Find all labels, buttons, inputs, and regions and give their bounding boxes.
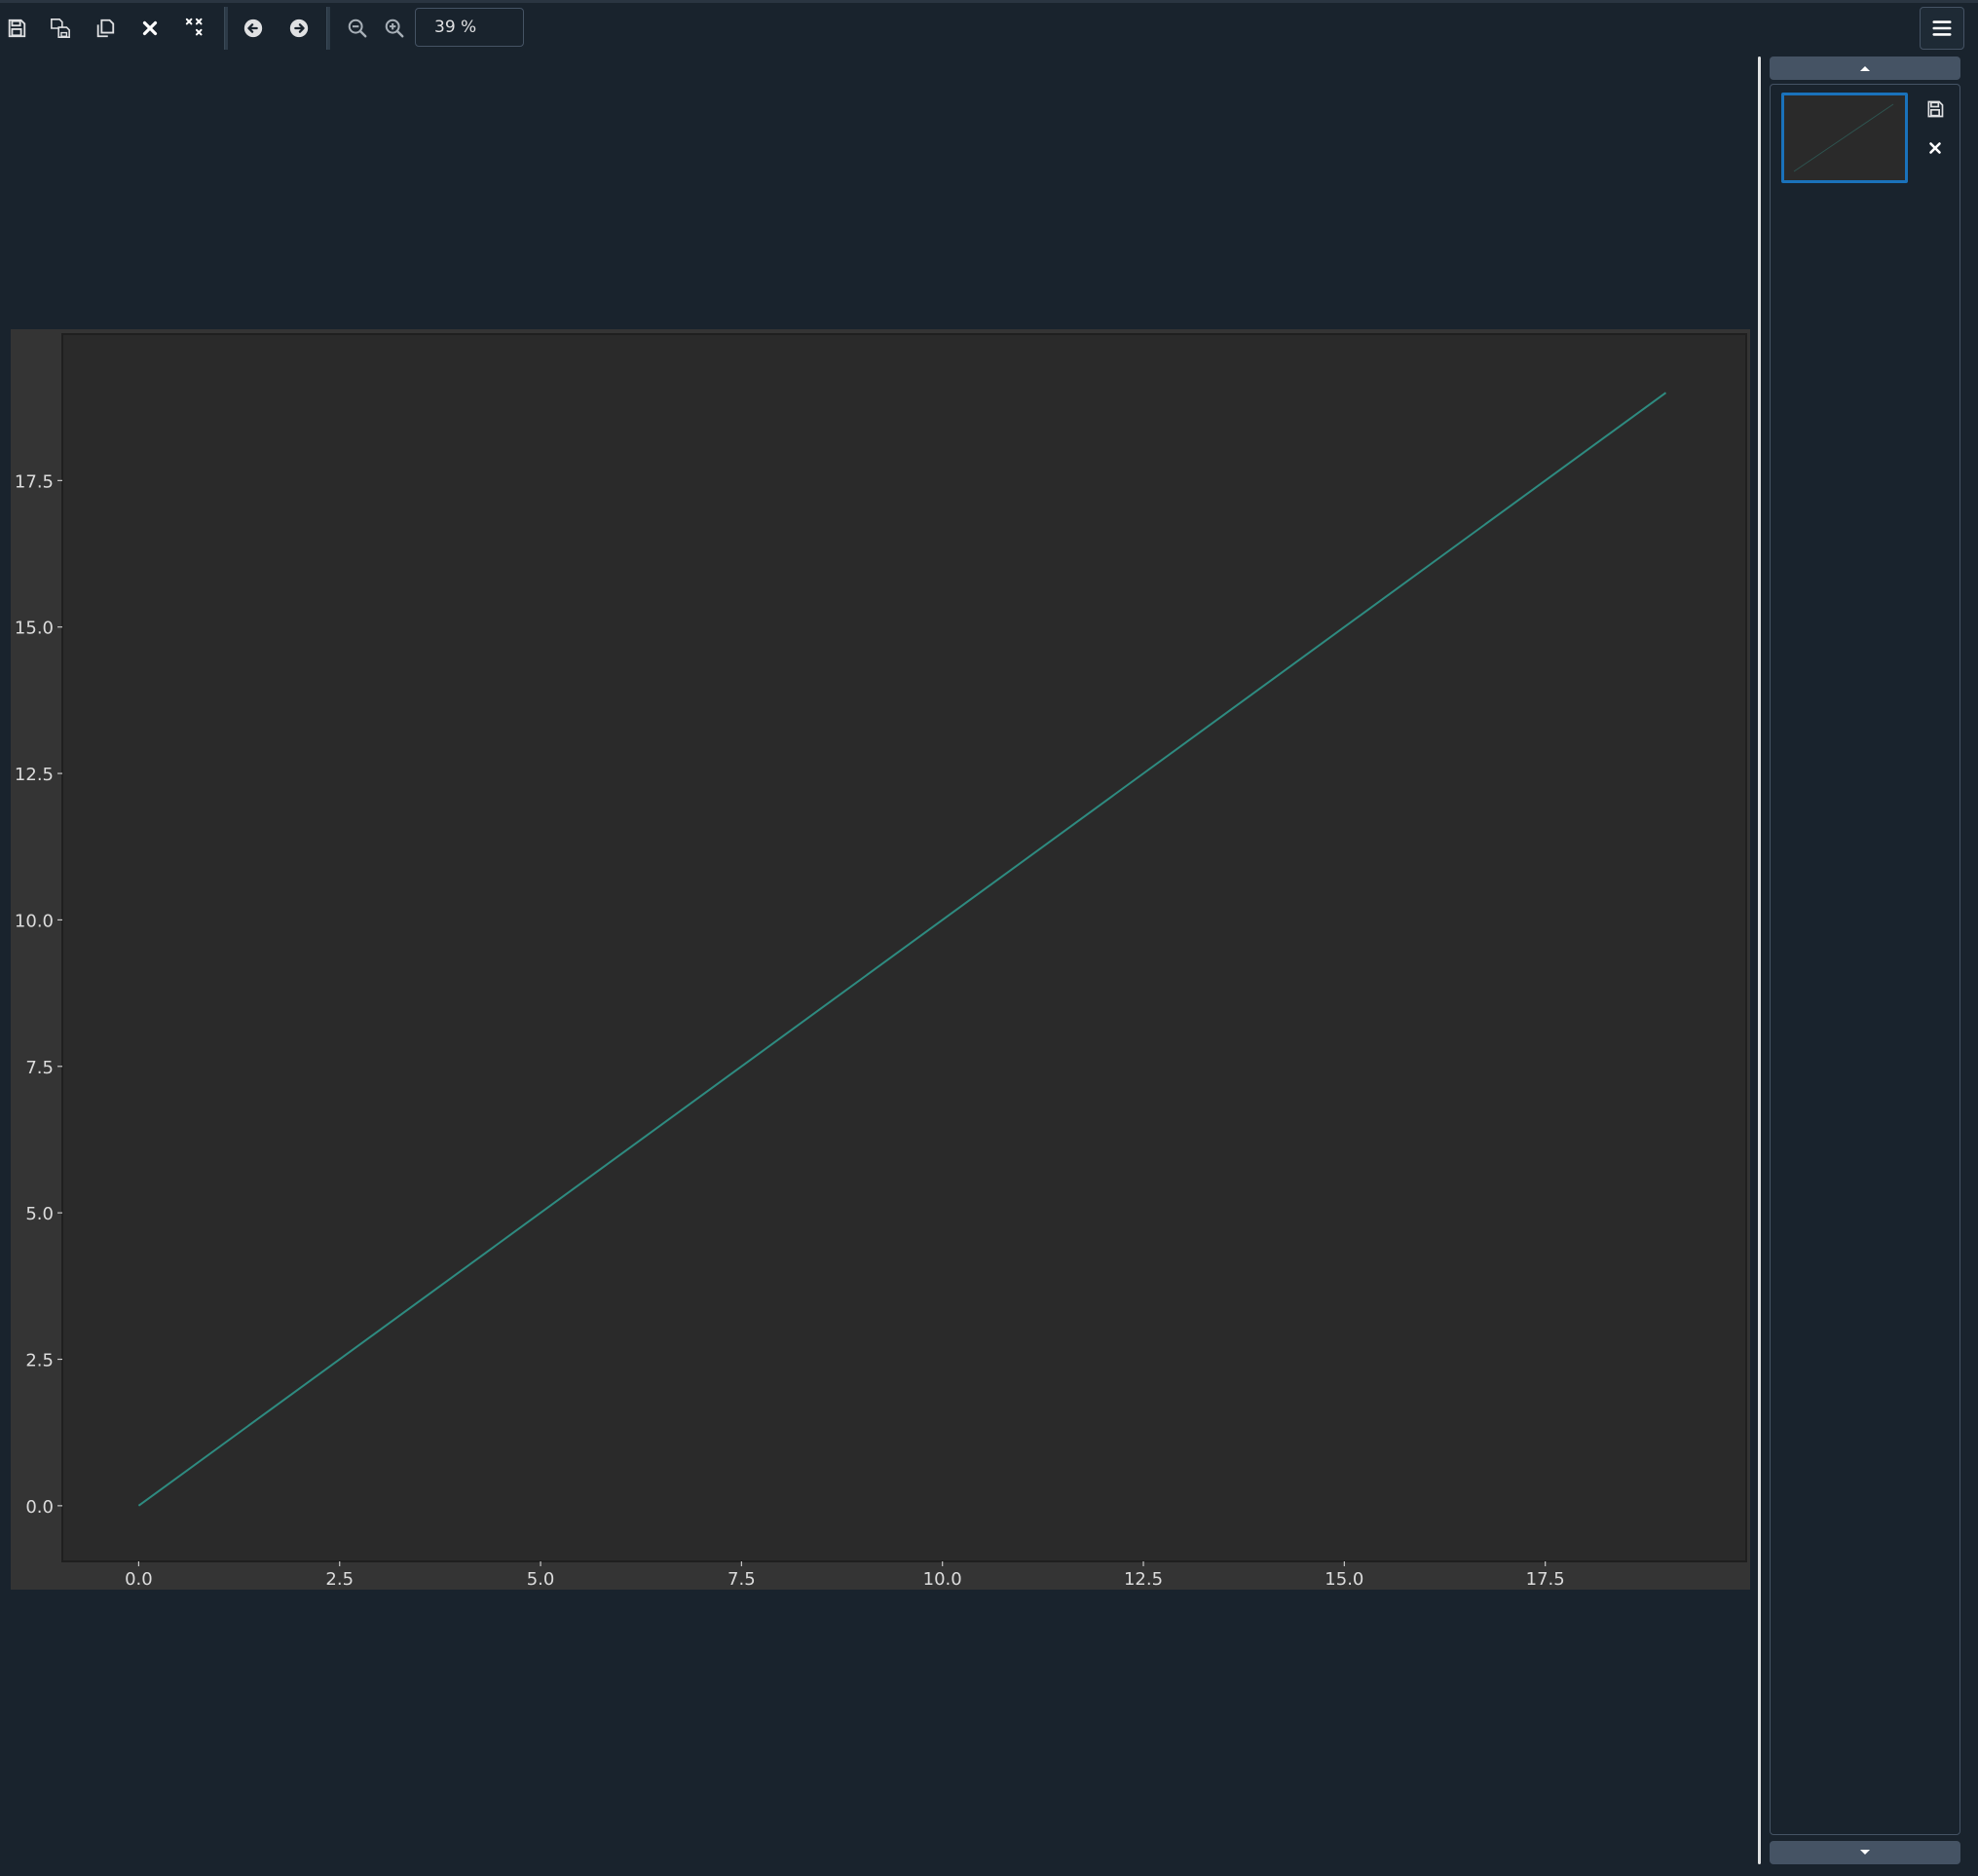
thumbnail-save-button[interactable] [1922,96,1948,122]
line-chart: 0.0 2.5 5.0 7.5 10.0 12.5 15.0 17.5 0.0 2.5 5.0 7.5… [15,333,1747,1590]
y-tick-label: 17.5 [15,471,54,492]
zoom-level-field[interactable]: 39 % [415,8,524,47]
caret-up-icon [1860,66,1870,71]
x-tick-label: 5.0 [527,1569,555,1590]
thumbnail-remove-button[interactable] [1922,135,1948,161]
next-plot-button[interactable] [282,12,316,45]
plots-toolbar: 39 % [0,3,1978,52]
thumbnails-scroll-down-button[interactable] [1770,1841,1960,1864]
y-tick-label: 15.0 [15,619,54,639]
x-tick-label: 2.5 [325,1569,354,1590]
arrow-left-icon [243,19,263,38]
plot-figure: 0.0 2.5 5.0 7.5 10.0 12.5 15.0 17.5 0.0 2.5 5.0 7.5… [11,329,1750,1590]
save-all-icon [51,19,70,38]
y-tick-label: 0.0 [25,1497,54,1518]
caret-down-icon [1860,1850,1870,1855]
save-plot-button[interactable] [0,12,33,45]
toolbar-separator [224,7,228,50]
thumbnails-list [1770,84,1960,1835]
y-tick-label: 2.5 [25,1351,54,1371]
save-icon [1927,100,1944,118]
copy-icon [96,19,115,38]
zoom-out-icon [348,19,367,38]
plots-pane: 39 % 0.0 2.5 5.0 7.5 10.0 12.5 15.0 17.5 0.0 2.5 5… [0,0,1978,1876]
x-tick-label: 17.5 [1526,1569,1565,1590]
zoom-out-button[interactable] [341,12,374,45]
options-menu-button[interactable] [1920,7,1964,50]
save-icon [8,19,26,38]
arrow-right-icon [289,19,309,38]
x-tick-label: 12.5 [1124,1569,1163,1590]
copy-plot-button[interactable] [89,12,122,45]
x-tick-label: 0.0 [125,1569,153,1590]
thumbnail-preview [1784,95,1905,180]
close-icon [1929,142,1941,154]
y-tick-label: 7.5 [25,1058,54,1078]
y-tick-label: 5.0 [25,1204,54,1224]
panel-splitter[interactable] [1758,56,1761,1864]
y-tick-label: 10.0 [15,911,54,931]
zoom-in-button[interactable] [378,12,411,45]
remove-all-plots-button[interactable] [179,12,212,45]
close-all-icon [185,18,203,36]
thumbnails-panel [1768,56,1961,1864]
hamburger-menu-icon [1932,20,1952,36]
close-icon [142,20,158,36]
zoom-in-icon [385,19,404,38]
x-tick-label: 15.0 [1325,1569,1363,1590]
previous-plot-button[interactable] [237,12,270,45]
save-all-plots-button[interactable] [44,12,77,45]
plot-thumbnail[interactable] [1781,93,1908,183]
toolbar-separator [326,7,330,50]
thumbnails-scroll-up-button[interactable] [1770,56,1960,80]
remove-plot-button[interactable] [133,12,167,45]
y-tick-label: 12.5 [15,765,54,785]
x-tick-label: 7.5 [728,1569,756,1590]
x-tick-label: 10.0 [923,1569,962,1590]
